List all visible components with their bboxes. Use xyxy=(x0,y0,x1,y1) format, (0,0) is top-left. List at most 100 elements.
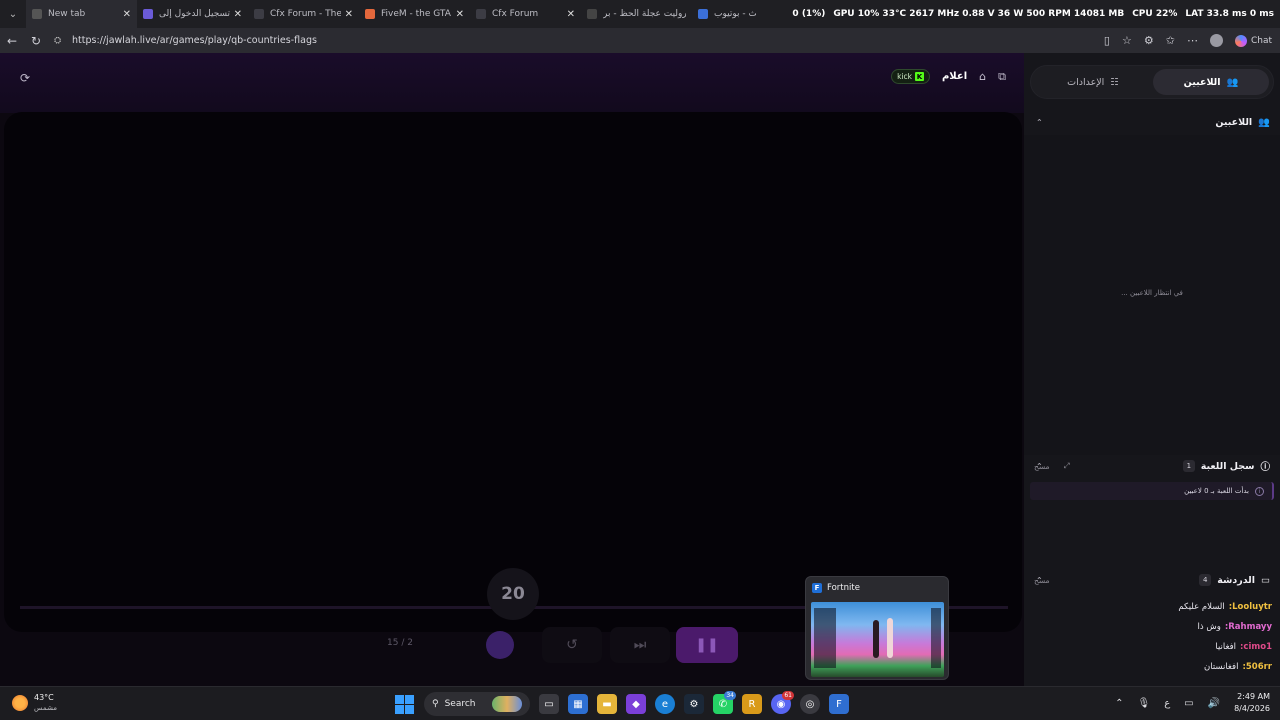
browser-tab[interactable]: Cfx Forum ✕ xyxy=(470,0,581,28)
game-title: اعلام xyxy=(941,71,968,82)
edge-browser-icon[interactable]: e xyxy=(655,694,675,714)
chevron-up-icon[interactable]: ⌃ xyxy=(1036,118,1043,127)
home-icon[interactable]: ⌂ xyxy=(979,70,986,83)
chat-section-header[interactable]: ▭ الدردشة 4 ⌃ مسح xyxy=(1024,569,1280,591)
file-explorer-icon[interactable]: ▬ xyxy=(597,694,617,714)
status-circle xyxy=(486,631,514,659)
expand-icon[interactable]: ⤢ xyxy=(1064,461,1070,471)
pause-button[interactable]: ❚❚ xyxy=(676,627,738,663)
game-header: ⟳ kick K اعلام ⌂ ⧉ xyxy=(0,53,1024,113)
site-favicon-icon xyxy=(587,9,597,19)
roblox-icon[interactable]: R xyxy=(742,694,762,714)
close-icon[interactable]: ✕ xyxy=(456,9,464,20)
chat-section-title: الدردشة xyxy=(1217,574,1256,586)
close-icon[interactable]: ✕ xyxy=(123,9,131,20)
browser-tab[interactable]: روليت عجلة الحظ - بر xyxy=(581,0,692,28)
obs-icon[interactable]: ◎ xyxy=(800,694,820,714)
task-view-icon[interactable]: ▭ xyxy=(539,694,559,714)
chat-username[interactable]: Looluytr: xyxy=(1229,602,1272,612)
close-icon[interactable]: ✕ xyxy=(234,9,242,20)
browser-tab[interactable]: New tab ✕ xyxy=(26,0,137,28)
chat-username[interactable]: Rahmayy: xyxy=(1225,622,1272,632)
tab-list-menu-icon[interactable]: ⌄ xyxy=(0,0,26,28)
kick-badge[interactable]: kick K xyxy=(891,69,930,84)
back-icon[interactable]: ← xyxy=(0,34,24,48)
cfx-favicon-icon xyxy=(476,9,486,19)
browser-tab[interactable]: تسجيل الدخول إلى xxx ✕ xyxy=(137,0,248,28)
volume-icon[interactable]: 🔊 xyxy=(1208,698,1220,709)
exit-icon[interactable]: ⧉ xyxy=(998,70,1006,84)
profile-avatar[interactable] xyxy=(1209,34,1223,47)
browser-tab[interactable]: FiveM - the GTA V n ✕ xyxy=(359,0,470,28)
browser-tab[interactable]: بحث - بوتيوب xyxy=(692,0,762,28)
search-highlight-icon xyxy=(492,696,522,712)
sliders-icon: ☷ xyxy=(1110,76,1119,88)
browser-tab[interactable]: Cfx Forum - The hor ✕ xyxy=(248,0,359,28)
tab-players[interactable]: 👥 اللاعبين xyxy=(1153,69,1269,95)
chat-count-badge: 4 xyxy=(1199,574,1212,586)
performance-overlay: 0 (1%) GPU 10% 33°C 2617 MHz 0.88 V 36 W… xyxy=(786,0,1280,28)
chat-username[interactable]: 506rr: xyxy=(1242,662,1272,672)
header-right: kick K اعلام ⌂ ⧉ xyxy=(891,69,1006,84)
log-entry: i بدأت اللعبة بـ 0 لاعبين xyxy=(1030,482,1274,500)
reading-view-icon[interactable]: ▯ xyxy=(1104,34,1110,47)
tab-settings-label: الإعدادات xyxy=(1067,76,1105,88)
weather-widget[interactable]: 43°C مشمس xyxy=(12,692,57,714)
close-icon[interactable]: ✕ xyxy=(345,9,353,20)
refresh-icon[interactable]: ⟳ xyxy=(20,71,30,85)
microsoft-store-icon[interactable]: ▦ xyxy=(568,694,588,714)
site-info-icon[interactable]: ⛭ xyxy=(54,36,66,46)
photos-icon[interactable]: ◆ xyxy=(626,694,646,714)
character-figure xyxy=(887,618,893,658)
players-section-header[interactable]: 👥 اللاعبين ⌃ xyxy=(1024,111,1280,133)
log-entry-text: بدأت اللعبة بـ 0 لاعبين xyxy=(1184,487,1249,495)
hud-gpu: GPU 10% 33°C 2617 MHz 0.88 V 36 W 500 RP… xyxy=(833,9,1125,19)
input-language[interactable]: ع xyxy=(1164,698,1170,709)
clock-date: 8/4/2026 xyxy=(1234,704,1270,713)
discord-badge: 61 xyxy=(782,691,794,700)
question-counter: 15 / 2 xyxy=(387,638,413,648)
network-icon[interactable]: ▭ xyxy=(1184,698,1193,709)
microphone-icon[interactable]: 🎙 xyxy=(1137,698,1150,709)
more-menu-icon[interactable]: ⋯ xyxy=(1187,34,1198,47)
fortnite-taskbar-icon[interactable]: F xyxy=(829,694,849,714)
fortnite-app-icon: F xyxy=(812,583,822,593)
taskbar-search[interactable]: ⚲ Search xyxy=(424,692,530,716)
browser-toolbar: ▯ ☆ ⚙ ✩ ⋯ Chat xyxy=(1104,28,1272,53)
players-section-title: اللاعبين xyxy=(1215,116,1253,128)
skip-button[interactable]: ⏭ xyxy=(610,627,670,663)
clock[interactable]: 2:49 AM 8/4/2026 xyxy=(1234,691,1270,715)
tab-title: بحث - بوتيوب xyxy=(714,9,756,19)
users-icon: 👥 xyxy=(1258,116,1270,128)
chat-clear-button[interactable]: مسح xyxy=(1034,576,1050,585)
whatsapp-icon[interactable]: ✆ 34 xyxy=(713,691,736,714)
start-windows-icon[interactable] xyxy=(393,693,415,715)
tab-title: روليت عجلة الحظ - بر xyxy=(603,9,686,19)
side-panel: 👥 اللاعبين ☷ الإعدادات 👥 اللاعبين ⌃ في ا… xyxy=(1024,53,1280,686)
chevron-up-icon[interactable]: ⌃ xyxy=(1115,698,1123,709)
favorite-star-icon[interactable]: ☆ xyxy=(1122,34,1132,47)
restart-button[interactable]: ↺ xyxy=(542,627,602,663)
log-clear-button[interactable]: مسح xyxy=(1034,462,1050,471)
reload-icon[interactable]: ↻ xyxy=(24,34,48,48)
fortnite-window-preview[interactable]: F Fortnite xyxy=(805,576,949,680)
chat-button-label: Chat xyxy=(1250,35,1272,46)
weather-condition: مشمس xyxy=(34,704,57,712)
tab-settings[interactable]: ☷ الإعدادات xyxy=(1035,69,1151,95)
chat-text: افغانيا xyxy=(1215,642,1237,652)
hud-latency: LAT 33.8 ms 0 ms xyxy=(1185,9,1274,19)
discord-icon[interactable]: ◉ 61 xyxy=(771,691,794,714)
close-icon[interactable]: ✕ xyxy=(567,9,575,20)
taskbar-apps: ⚲ Search ▭ ▦ ▬ ◆ e ⚙ ✆ 34 R ◉ 61 ◎ F xyxy=(393,691,849,716)
extensions-icon[interactable]: ⚙ xyxy=(1144,34,1154,47)
favorites-icon[interactable]: ✩ xyxy=(1166,34,1175,47)
tab-players-label: اللاعبين xyxy=(1183,76,1221,88)
chat-button[interactable]: Chat xyxy=(1234,34,1272,47)
chat-username[interactable]: cimo1: xyxy=(1240,642,1272,652)
tab-title: FiveM - the GTA V n xyxy=(381,9,452,19)
url-field[interactable]: ⛭ https://jawlah.live/ar/games/play/qb-c… xyxy=(54,31,1064,50)
log-section-header[interactable]: ⓘ سجل اللعبة 1 ⌃ مسح ⤢ xyxy=(1024,455,1280,477)
taskbar-search-label: Search xyxy=(444,699,476,709)
copilot-icon xyxy=(1234,34,1247,47)
steam-icon[interactable]: ⚙ xyxy=(684,694,704,714)
